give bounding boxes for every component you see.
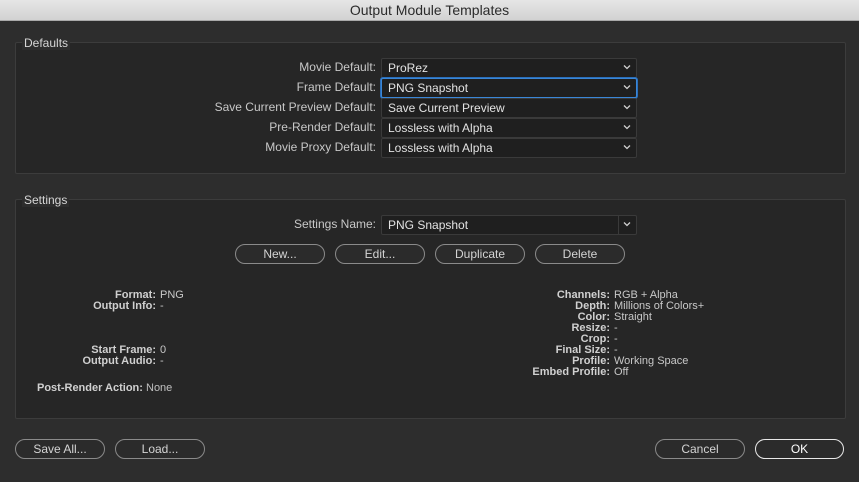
post-render-key: Post-Render Action: xyxy=(37,382,143,394)
color-value: Straight xyxy=(614,311,652,323)
settings-name-label: Settings Name: xyxy=(293,217,376,231)
dropdown-separator xyxy=(618,216,619,234)
output-info-key: Output Info: xyxy=(93,300,156,312)
post-render-info: Post-Render Action: None xyxy=(37,383,172,394)
chevron-down-icon xyxy=(623,65,631,70)
pre-render-default-value: Lossless with Alpha xyxy=(388,121,493,135)
movie-default-value: ProRez xyxy=(388,61,429,75)
new-button[interactable]: New... xyxy=(235,244,325,264)
movie-default-label: Movie Default: xyxy=(299,60,376,74)
delete-button[interactable]: Delete xyxy=(535,244,625,264)
chevron-down-icon xyxy=(623,145,631,150)
post-render-value: None xyxy=(146,382,173,394)
save-preview-default-label: Save Current Preview Default: xyxy=(214,100,376,114)
settings-group-title: Settings xyxy=(22,193,70,207)
save-preview-default-value: Save Current Preview xyxy=(388,101,505,115)
chevron-down-icon xyxy=(623,85,631,90)
ok-button[interactable]: OK xyxy=(755,439,844,459)
embed-profile-key: Embed Profile: xyxy=(532,366,610,378)
window-title: Output Module Templates xyxy=(349,2,510,18)
frame-default-value: PNG Snapshot xyxy=(388,81,469,95)
chevron-down-icon xyxy=(623,125,631,130)
output-audio-value: - xyxy=(160,355,164,367)
load-button[interactable]: Load... xyxy=(115,439,205,459)
output-audio-key: Output Audio: xyxy=(82,355,156,367)
window-titlebar: Output Module Templates xyxy=(0,0,859,21)
settings-name-value: PNG Snapshot xyxy=(388,218,469,232)
movie-default-select[interactable]: ProRez xyxy=(381,58,637,78)
movie-proxy-default-value: Lossless with Alpha xyxy=(388,141,493,155)
frame-default-select[interactable]: PNG Snapshot xyxy=(381,78,637,98)
save-preview-default-select[interactable]: Save Current Preview xyxy=(381,98,637,118)
movie-proxy-default-label: Movie Proxy Default: xyxy=(265,140,376,154)
settings-name-select[interactable]: PNG Snapshot xyxy=(381,215,637,235)
chevron-down-icon xyxy=(623,222,631,227)
pre-render-default-label: Pre-Render Default: xyxy=(269,120,376,134)
defaults-group-title: Defaults xyxy=(22,36,71,50)
duplicate-button[interactable]: Duplicate xyxy=(435,244,525,264)
cancel-button[interactable]: Cancel xyxy=(655,439,745,459)
edit-button[interactable]: Edit... xyxy=(335,244,425,264)
output-info-value: - xyxy=(160,300,164,312)
save-all-button[interactable]: Save All... xyxy=(15,439,105,459)
pre-render-default-select[interactable]: Lossless with Alpha xyxy=(381,118,637,138)
frame-default-label: Frame Default: xyxy=(296,80,376,94)
dialog-body: Defaults Movie Default: ProRez Frame Def… xyxy=(0,21,859,482)
movie-proxy-default-select[interactable]: Lossless with Alpha xyxy=(381,138,637,158)
chevron-down-icon xyxy=(623,105,631,110)
embed-profile-value: Off xyxy=(614,366,629,378)
